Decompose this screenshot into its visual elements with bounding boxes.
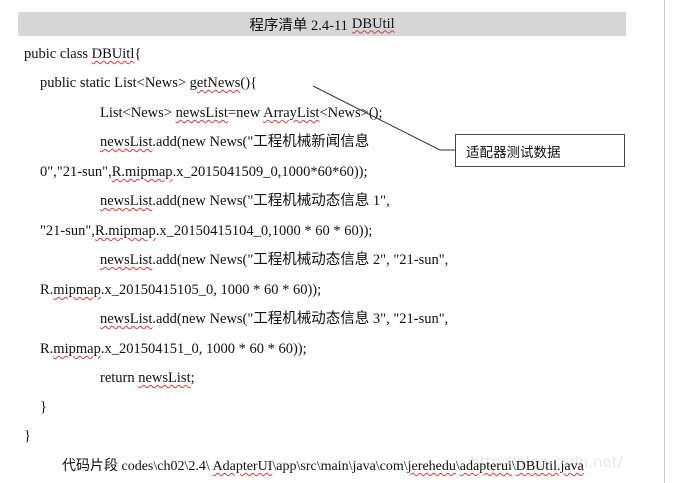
callout-leader-line	[312, 85, 455, 151]
document-page: 程序清单 2.4-11 DBUtil pubic class DBUitl{ p…	[0, 0, 679, 483]
code-source-path: 代码片段 codes\ch02\2.4\ AdapterUI\app\src\m…	[62, 459, 584, 474]
callout-label: 适配器测试数据	[466, 144, 561, 161]
callout-box: 适配器测试数据	[455, 134, 625, 167]
